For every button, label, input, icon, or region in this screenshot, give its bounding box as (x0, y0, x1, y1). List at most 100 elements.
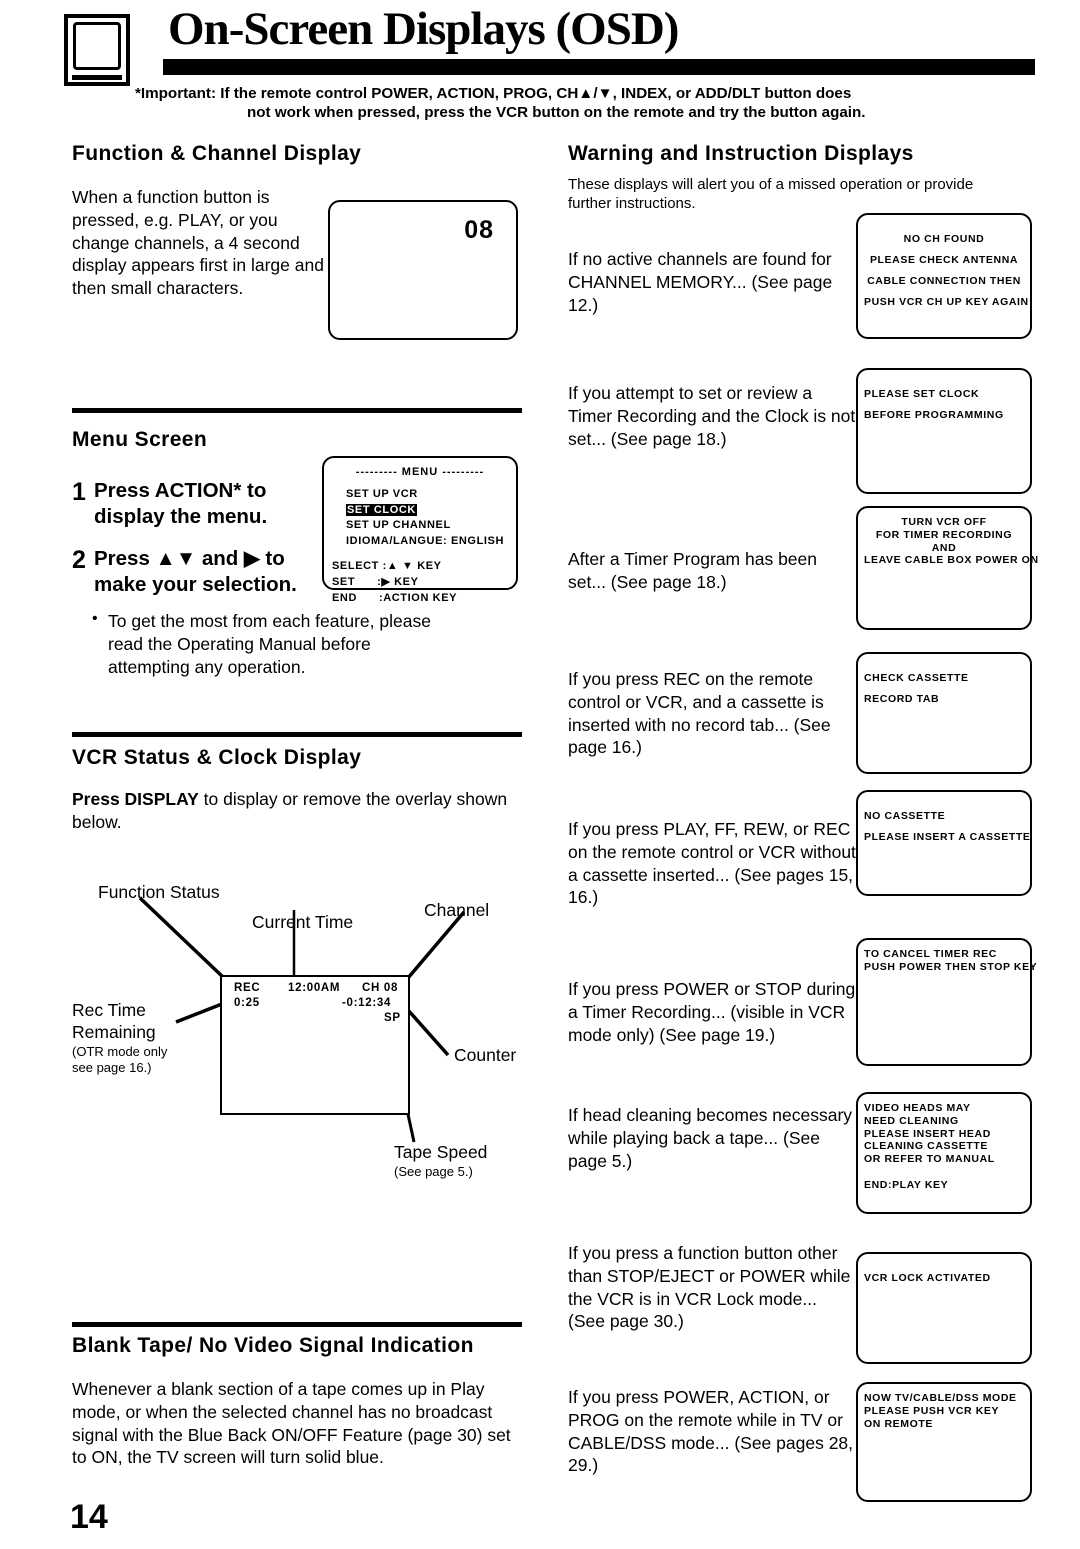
warning-osd-line-3-1: RECORD TAB (864, 693, 940, 705)
warning-osd-line-0-1: PLEASE CHECK ANTENNA (869, 254, 1019, 266)
warning-osd-line-8-1: PLEASE PUSH VCR KEY (864, 1404, 1000, 1417)
warning-item-text-8: If you press POWER, ACTION, or PROG on t… (568, 1387, 854, 1476)
warning-osd-line-7-0: VCR LOCK ACTIVATED (864, 1272, 991, 1284)
blank-tape-body: Whenever a blank section of a tape comes… (72, 1379, 511, 1468)
page-number: 14 (70, 1498, 108, 1536)
warning-item-text-5: If you press POWER or STOP during a Time… (568, 979, 856, 1045)
warning-osd-box-5: TO CANCEL TIMER REC PUSH POWER THEN STOP … (856, 938, 1038, 1066)
television-base-shape (72, 75, 122, 80)
menu-step-2-number: 2 (72, 546, 86, 574)
warning-osd-line-5-0: TO CANCEL TIMER REC (864, 948, 997, 960)
warning-osd-text-7: VCR LOCK ACTIVATED (858, 1254, 1030, 1303)
menu-step-2-text: Press ▲▼ and ▶ to make your selection. (94, 547, 297, 596)
menu-osd-item-2[interactable]: SET UP CHANNEL (346, 518, 516, 534)
important-label: *Important: (135, 85, 216, 102)
menu-bullet-text: To get the most from each feature, pleas… (108, 611, 431, 677)
warning-osd-line-6-4: OR REFER TO MANUAL (864, 1153, 995, 1166)
warning-item-text-3: If you press REC on the remote control o… (568, 669, 831, 758)
menu-osd-keys: SELECT :▲ ▼ KEY SET :▶ KEY END :ACTION K… (324, 559, 516, 606)
section-divider-1 (72, 408, 522, 413)
osd-channel: CH 08 (362, 982, 399, 994)
warning-osd-text-8: NOW TV/CABLE/DSS MODE PLEASE PUSH VCR KEY… (858, 1384, 1030, 1438)
warning-osd-line-3-0: CHECK CASSETTE (864, 672, 969, 684)
warning-osd-box-6: VIDEO HEADS MAY NEED CLEANING PLEASE INSER… (856, 1092, 1032, 1214)
warning-item-text-7: If you press a function button other tha… (568, 1243, 851, 1332)
page-header: On-Screen Displays (OSD) *Important: If … (0, 0, 1080, 121)
title-rule (163, 59, 1035, 75)
osd-overlay-screen (220, 975, 410, 1115)
warning-osd-box-0: NO CH FOUND PLEASE CHECK ANTENNA CABLE CON… (856, 213, 1032, 339)
important-line-2: not work when pressed, press the VCR but… (247, 104, 866, 122)
vcr-status-body: Press DISPLAY to display or remove the o… (72, 788, 512, 834)
warning-osd-text-2: TURN VCR OFF FOR TIMER RECORDING AND LEAVE … (858, 508, 1039, 575)
warning-osd-line-1-0: PLEASE SET CLOCK (864, 388, 980, 400)
menu-bullet-note: • To get the most from each feature, ple… (92, 610, 432, 678)
warning-item-text-4: If you press PLAY, FF, REW, or REC on th… (568, 819, 856, 908)
menu-screen-heading: Menu Screen (72, 428, 208, 451)
warning-osd-line-0-2: CABLE CONNECTION THEN (867, 275, 1021, 287)
warning-osd-line-2-1: FOR TIMER RECORDING (875, 528, 1013, 541)
warning-osd-line-4-1: PLEASE INSERT A CASSETTE (864, 831, 1031, 843)
menu-osd-key-2: END :ACTION KEY (332, 591, 458, 604)
warning-osd-line-6-2: PLEASE INSERT HEAD (864, 1127, 991, 1140)
osd-channel-number: 08 (464, 216, 494, 244)
warning-osd-box-8: NOW TV/CABLE/DSS MODE PLEASE PUSH VCR KEY… (856, 1382, 1032, 1502)
warning-osd-box-2: TURN VCR OFF FOR TIMER RECORDING AND LEAVE … (856, 506, 1039, 630)
label-function-status: Function Status (98, 882, 220, 902)
warning-osd-text-6: VIDEO HEADS MAY NEED CLEANING PLEASE INSER… (858, 1094, 1030, 1200)
warning-osd-line-8-2: ON REMOTE (864, 1417, 933, 1430)
function-channel-body: When a function button is pressed, e.g. … (72, 187, 324, 298)
menu-step-1: 1 Press ACTION* to display the menu. (72, 478, 322, 529)
label-rec-time-note-1: (OTR mode only (72, 1044, 168, 1059)
warning-osd-line-6-5 (864, 1166, 1024, 1179)
warning-osd-line-2-0: TURN VCR OFF (901, 516, 987, 528)
warning-osd-line-5-1: PUSH POWER THEN STOP KEY (864, 960, 1038, 973)
important-line-1: If the remote control POWER, ACTION, PRO… (220, 85, 852, 102)
function-channel-osd-box: 08 (328, 200, 518, 340)
menu-osd-items: SET UP VCR SET CLOCK SET UP CHANNEL IDIO… (324, 487, 516, 549)
label-rec-time-line-2: Remaining (72, 1022, 156, 1042)
page-title: On-Screen Displays (OSD) (168, 3, 679, 55)
blank-tape-heading: Blank Tape/ No Video Signal Indication (72, 1334, 474, 1357)
warning-osd-text-3: CHECK CASSETTE RECORD TAB (858, 654, 1030, 724)
warning-displays-heading: Warning and Instruction Displays (568, 142, 914, 165)
section-divider-3 (72, 1322, 522, 1327)
warning-item-text-2: After a Timer Program has been set... (S… (568, 549, 817, 592)
warning-item-text-6: If head cleaning becomes necessary while… (568, 1105, 853, 1171)
warning-osd-box-3: CHECK CASSETTE RECORD TAB (856, 652, 1032, 774)
menu-step-1-number: 1 (72, 478, 86, 506)
vcr-status-heading: VCR Status & Clock Display (72, 746, 362, 769)
warning-osd-line-0-3: PUSH VCR CH UP KEY AGAIN (864, 296, 1029, 308)
label-tape-speed: Tape Speed (394, 1142, 488, 1162)
warning-item-text-0: If no active channels are found for CHAN… (568, 249, 833, 315)
warning-osd-line-6-3: CLEANING CASSETTE (864, 1140, 988, 1153)
osd-counter: -0:12:34 (342, 997, 392, 1009)
label-channel: Channel (424, 900, 490, 920)
menu-osd-item-3[interactable]: IDIOMA/LANGUE: ENGLISH (346, 534, 516, 550)
warning-osd-line-4-0: NO CASSETTE (864, 810, 946, 822)
warning-osd-line-8-0: NOW TV/CABLE/DSS MODE (864, 1392, 1017, 1404)
label-counter: Counter (454, 1045, 517, 1065)
warning-osd-box-1: PLEASE SET CLOCK BEFORE PROGRAMMING (856, 368, 1032, 494)
menu-osd-key-1: SET :▶ KEY (332, 576, 419, 589)
warning-osd-line-2-3: LEAVE CABLE BOX POWER ON (864, 554, 1039, 567)
osd-current-time: 12:00AM (288, 982, 341, 994)
important-note: *Important: If the remote control POWER,… (135, 84, 1040, 123)
osd-tape-speed: SP (384, 1012, 401, 1024)
label-rec-time-note-2: see page 16.) (72, 1060, 152, 1075)
warning-displays-subheading: These displays will alert you of a misse… (568, 176, 974, 212)
menu-osd-item-0[interactable]: SET UP VCR (346, 487, 516, 503)
warning-osd-line-6-0: VIDEO HEADS MAY (864, 1102, 971, 1114)
menu-osd-title: --------- MENU --------- (355, 466, 485, 478)
function-channel-heading: Function & Channel Display (72, 142, 362, 165)
warning-osd-line-2-2: AND (931, 541, 957, 554)
osd-rec-time-remaining: 0:25 (234, 997, 260, 1009)
warning-osd-text-0: NO CH FOUND PLEASE CHECK ANTENNA CABLE CON… (858, 215, 1030, 327)
television-icon (64, 14, 130, 86)
menu-osd-key-0: SELECT :▲ ▼ KEY (332, 560, 442, 573)
bullet-marker: • (92, 610, 98, 627)
warning-item-text-1: If you attempt to set or review a Timer … (568, 383, 856, 449)
label-current-time: Current Time (252, 912, 354, 932)
warning-osd-text-5: TO CANCEL TIMER REC PUSH POWER THEN STOP … (858, 940, 1038, 982)
menu-osd-item-1[interactable]: SET CLOCK (346, 503, 516, 519)
